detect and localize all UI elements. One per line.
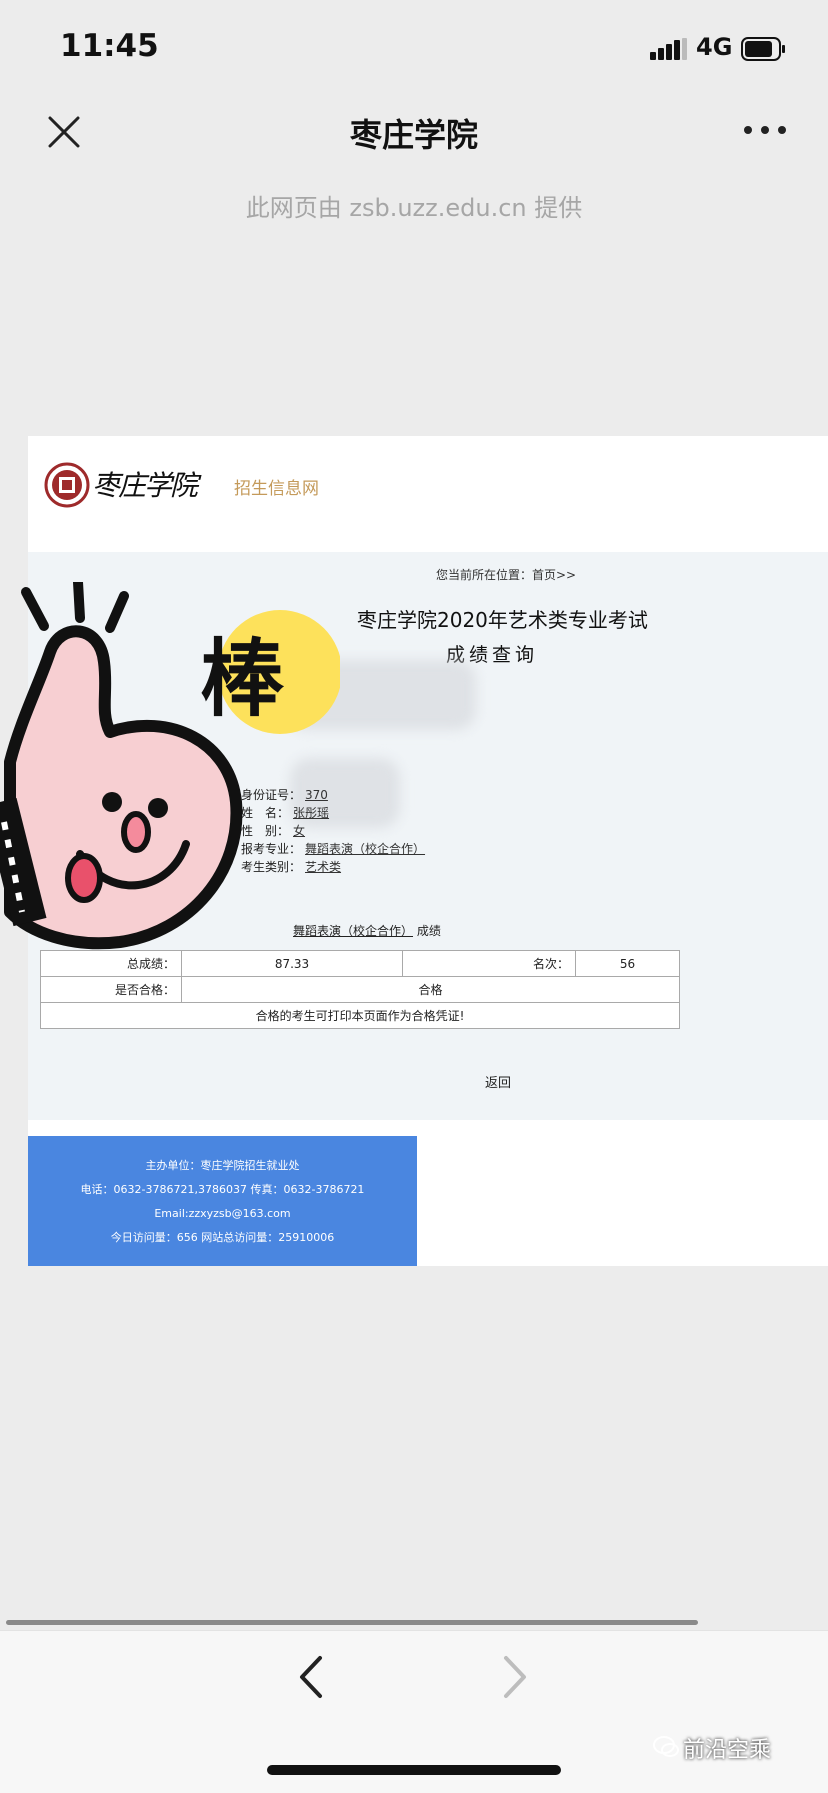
university-logo-text: 枣庄学院 — [92, 469, 198, 502]
site-footer: 主办单位：枣庄学院招生就业处 电话：0632-3786721,3786037 传… — [28, 1136, 417, 1266]
cellular-signal-icon — [650, 38, 687, 60]
back-arrow-icon[interactable] — [296, 1652, 326, 1702]
footer-phone: 电话：0632-3786721,3786037 传真：0632-3786721 — [80, 1183, 365, 1196]
footer-organizer: 主办单位：枣庄学院招生就业处 — [145, 1159, 300, 1172]
battery-icon — [741, 37, 785, 61]
print-note: 合格的考生可打印本页面作为合格凭证! — [40, 1002, 680, 1029]
network-type: 4G — [696, 33, 733, 61]
status-time: 11:45 — [60, 28, 159, 64]
table-row: 是否合格： 合格 — [40, 976, 680, 1003]
watermark: 前沿空乘 — [683, 1738, 772, 1763]
pass-label: 是否合格： — [40, 976, 182, 1003]
site-name[interactable]: 招生信息网 — [234, 474, 319, 499]
sticker-text: 棒 — [200, 630, 285, 728]
university-seal-icon — [44, 462, 90, 508]
forward-arrow-icon[interactable] — [500, 1652, 530, 1702]
exam-title: 枣庄学院2020年艺术类专业考试 — [357, 608, 648, 632]
status-bar: 11:45 4G — [0, 0, 828, 96]
footer-email: Email:zzxyzsb@163.com — [154, 1207, 291, 1220]
wechat-icon — [653, 1736, 679, 1757]
footer-visits: 今日访问量：656 网站总访问量：25910006 — [110, 1231, 335, 1244]
site-header: 枣庄学院 招生信息网 — [28, 436, 828, 552]
scroll-indicator — [6, 1620, 698, 1625]
rank-value: 56 — [575, 950, 680, 977]
more-options-icon[interactable] — [742, 116, 788, 144]
provider-notice: 此网页由 zsb.uzz.edu.cn 提供 — [245, 194, 583, 222]
home-indicator[interactable] — [267, 1765, 561, 1775]
pass-value: 合格 — [181, 976, 680, 1003]
page-title: 枣庄学院 — [349, 116, 478, 154]
back-link[interactable]: 返回 — [485, 1072, 511, 1091]
breadcrumb[interactable]: 您当前所在位置：首页>> — [436, 566, 576, 583]
subject-suffix: 成绩 — [416, 924, 441, 938]
rank-label: 名次： — [402, 950, 576, 977]
thumbs-up-sticker-icon — [0, 582, 340, 950]
table-row: 合格的考生可打印本页面作为合格凭证! — [40, 1002, 680, 1029]
